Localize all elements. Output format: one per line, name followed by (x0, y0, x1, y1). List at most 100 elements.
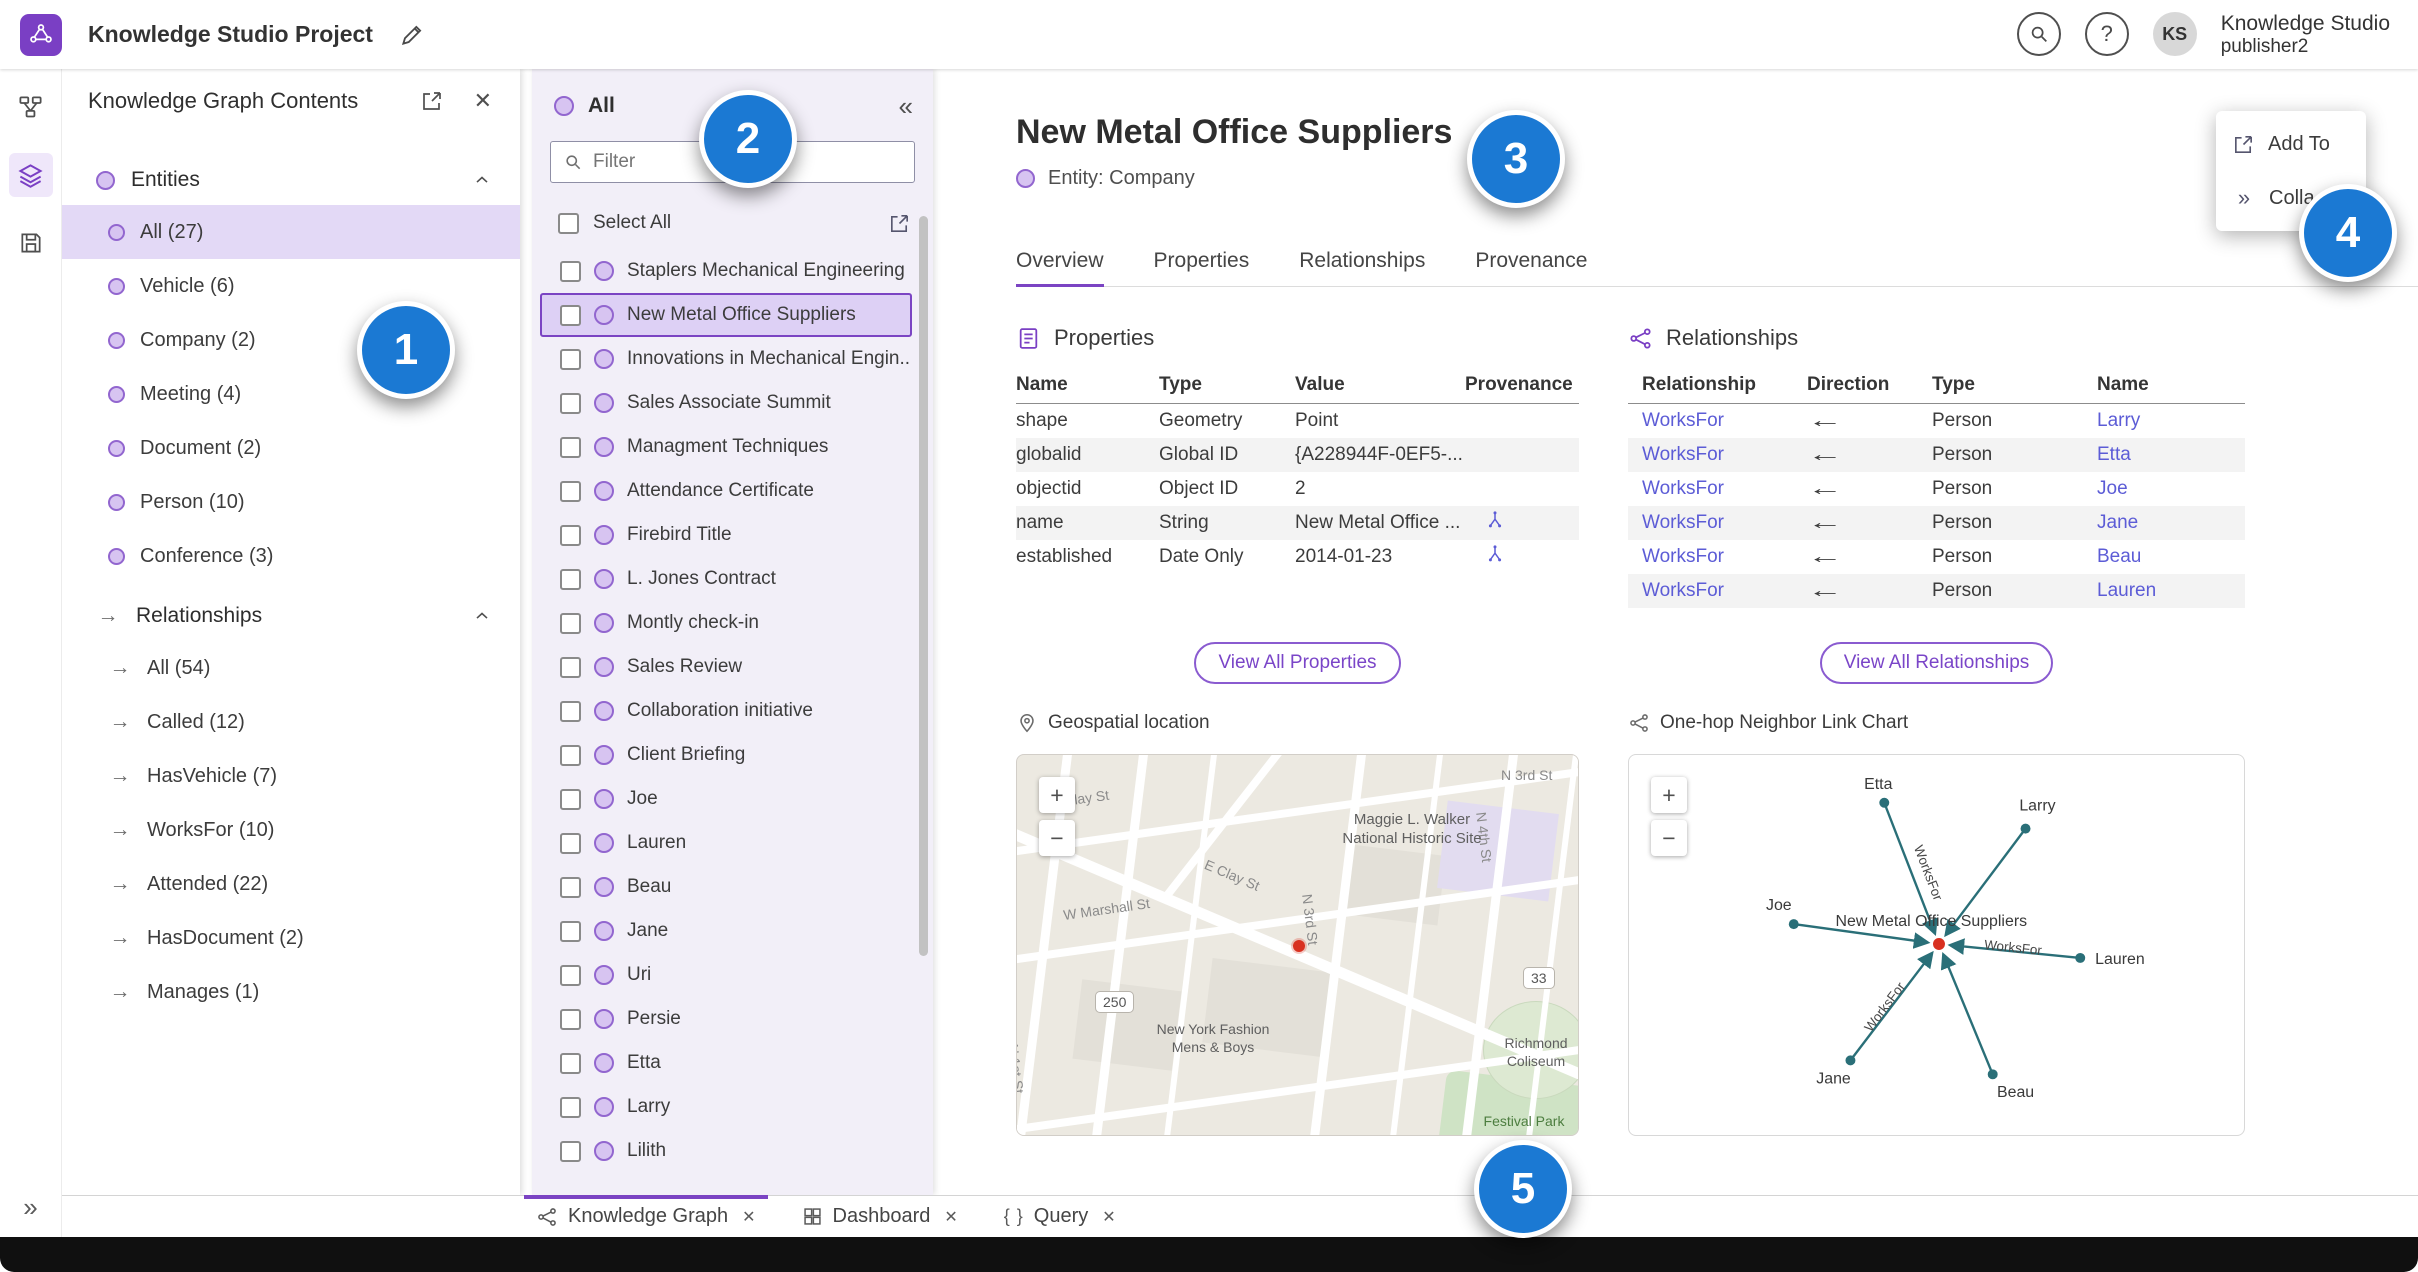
tab-query[interactable]: { } Query ✕ (1004, 1196, 1116, 1238)
item-checkbox[interactable] (560, 744, 581, 766)
related-entity-link[interactable]: Lauren (2097, 580, 2245, 602)
relationship-filter-hasvehicle[interactable]: → HasVehicle (7) (62, 749, 520, 803)
item-checkbox[interactable] (560, 876, 581, 898)
relationship-filter-attended[interactable]: → Attended (22) (62, 857, 520, 911)
item-checkbox[interactable] (560, 348, 581, 370)
item-checkbox[interactable] (560, 920, 581, 942)
item-checkbox[interactable] (560, 260, 581, 282)
item-checkbox[interactable] (560, 656, 581, 678)
relationship-filter-manages[interactable]: → Manages (1) (62, 965, 520, 1019)
avatar[interactable]: KS (2152, 12, 2197, 57)
zoom-in-button[interactable]: + (1651, 777, 1687, 813)
related-entity-link[interactable]: Jane (2097, 512, 2245, 534)
close-tab-icon[interactable]: ✕ (1102, 1207, 1115, 1227)
provenance-icon[interactable] (1485, 510, 1505, 530)
list-item[interactable]: Jane (540, 909, 912, 953)
collapse-panel-icon[interactable]: « (899, 91, 913, 122)
list-item[interactable]: Sales Review (540, 645, 912, 689)
relationships-section-header[interactable]: → Relationships (62, 591, 520, 641)
relationship-filter-hasdocument[interactable]: → HasDocument (2) (62, 911, 520, 965)
related-entity-link[interactable]: Etta (2097, 444, 2245, 466)
relationship-link[interactable]: WorksFor (1628, 512, 1807, 534)
list-item[interactable]: Lauren (540, 821, 912, 865)
item-checkbox[interactable] (560, 832, 581, 854)
list-item[interactable]: Uri (540, 953, 912, 997)
item-checkbox[interactable] (560, 392, 581, 414)
scrollbar[interactable] (919, 216, 928, 956)
relationship-link[interactable]: WorksFor (1628, 444, 1807, 466)
relationship-filter-worksfor[interactable]: → WorksFor (10) (62, 803, 520, 857)
zoom-in-button[interactable]: + (1039, 777, 1075, 813)
relationship-filter-called[interactable]: → Called (12) (62, 695, 520, 749)
list-item[interactable]: Managment Techniques (540, 425, 912, 469)
tab-dashboard[interactable]: Dashboard ✕ (802, 1196, 958, 1238)
tab-properties[interactable]: Properties (1154, 249, 1250, 286)
list-item[interactable]: Sales Associate Summit (540, 381, 912, 425)
item-checkbox[interactable] (560, 480, 581, 502)
edit-title-icon[interactable] (399, 22, 425, 48)
item-checkbox[interactable] (560, 436, 581, 458)
relationship-filter-all[interactable]: → All (54) (62, 641, 520, 695)
list-item[interactable]: Client Briefing (540, 733, 912, 777)
select-all-checkbox[interactable] (558, 212, 579, 234)
map-marker[interactable] (1293, 940, 1305, 952)
link-chart[interactable]: Etta Larry Joe Lauren Jane Beau New Meta… (1628, 754, 2245, 1136)
node-center[interactable] (1933, 938, 1945, 950)
node-joe[interactable] (1788, 919, 1799, 930)
zoom-out-button[interactable]: − (1651, 820, 1687, 856)
tab-knowledge-graph[interactable]: Knowledge Graph ✕ (524, 1194, 768, 1238)
list-item[interactable]: Beau (540, 865, 912, 909)
related-entity-link[interactable]: Joe (2097, 478, 2245, 500)
list-item[interactable]: L. Jones Contract (540, 557, 912, 601)
entities-section-header[interactable]: Entities (62, 155, 520, 205)
item-checkbox[interactable] (560, 1140, 581, 1162)
item-checkbox[interactable] (560, 304, 581, 326)
view-all-relationships-button[interactable]: View All Relationships (1819, 642, 2054, 684)
app-logo[interactable] (20, 13, 62, 56)
entity-filter-all[interactable]: All (27) (62, 205, 520, 259)
relationship-link[interactable]: WorksFor (1628, 546, 1807, 568)
help-button[interactable]: ? (2084, 12, 2129, 57)
zoom-out-button[interactable]: − (1039, 820, 1075, 856)
node-jane[interactable] (1845, 1055, 1856, 1066)
close-tab-icon[interactable]: ✕ (944, 1207, 957, 1227)
item-checkbox[interactable] (560, 1052, 581, 1074)
item-checkbox[interactable] (560, 1008, 581, 1030)
relationship-link[interactable]: WorksFor (1628, 478, 1807, 500)
entity-filter-conference[interactable]: Conference (3) (62, 529, 520, 583)
geospatial-map[interactable]: W Clay St E Clay St W Marshall St N 3rd … (1016, 754, 1579, 1136)
add-to-new-icon[interactable] (888, 212, 911, 235)
entity-filter-meeting[interactable]: Meeting (4) (62, 367, 520, 421)
list-item[interactable]: Firebird Title (540, 513, 912, 557)
node-etta[interactable] (1879, 797, 1890, 808)
list-item[interactable]: Montly check-in (540, 601, 912, 645)
list-item[interactable]: Joe (540, 777, 912, 821)
item-checkbox[interactable] (560, 1096, 581, 1118)
relationship-link[interactable]: WorksFor (1628, 580, 1807, 602)
save-button[interactable] (9, 221, 53, 265)
close-panel-icon[interactable]: ✕ (474, 88, 492, 114)
add-to-menu-item[interactable]: Add To (2216, 117, 2366, 171)
related-entity-link[interactable]: Beau (2097, 546, 2245, 568)
relationship-link[interactable]: WorksFor (1628, 410, 1807, 432)
item-checkbox[interactable] (560, 700, 581, 722)
list-item[interactable]: Persie (540, 997, 912, 1041)
item-checkbox[interactable] (560, 568, 581, 590)
view-all-properties-button[interactable]: View All Properties (1194, 642, 1401, 684)
provenance-icon[interactable] (1485, 544, 1505, 564)
data-model-button[interactable] (9, 85, 53, 129)
node-beau[interactable] (1987, 1069, 1998, 1080)
node-larry[interactable] (2020, 823, 2031, 834)
item-checkbox[interactable] (560, 788, 581, 810)
close-tab-icon[interactable]: ✕ (742, 1207, 755, 1227)
entity-filter-document[interactable]: Document (2) (62, 421, 520, 475)
list-item[interactable]: Innovations in Mechanical Engin... (540, 337, 912, 381)
search-button[interactable] (2016, 12, 2061, 57)
list-item-selected[interactable]: New Metal Office Suppliers (540, 293, 912, 337)
tab-relationships[interactable]: Relationships (1299, 249, 1425, 286)
list-item[interactable]: Etta (540, 1041, 912, 1085)
item-checkbox[interactable] (560, 524, 581, 546)
tab-provenance[interactable]: Provenance (1475, 249, 1587, 286)
select-all-row[interactable]: Select All (532, 201, 933, 245)
layers-button[interactable] (8, 153, 53, 197)
